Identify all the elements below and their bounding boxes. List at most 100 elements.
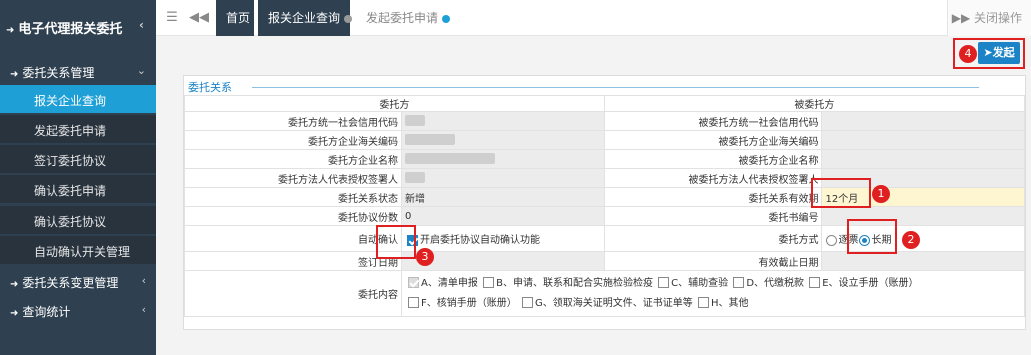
- content-option-checkbox[interactable]: [522, 297, 533, 308]
- highlight-box-3: [376, 225, 416, 259]
- legal-right-label: 被委托方法人代表授权签署人: [603, 168, 823, 188]
- credit-right-value: [821, 111, 1025, 131]
- relationship-table: 委托方 被委托方 委托方统一社会信用代码 被委托方统一社会信用代码 委托方企业海…: [183, 95, 1026, 317]
- mode-single-radio[interactable]: [826, 234, 838, 246]
- content-option-checkbox[interactable]: [483, 277, 495, 288]
- sidebar-item-initiate[interactable]: 发起委托申请: [0, 115, 156, 143]
- content-label: 委托内容: [183, 270, 403, 317]
- sign-date-label: 签订日期: [183, 251, 403, 271]
- sidebar-item-confirm-agreement[interactable]: 确认委托协议: [0, 206, 156, 234]
- content-option-label: A、清单申报: [421, 277, 478, 289]
- name-right-label: 被委托方企业名称: [603, 149, 823, 169]
- redacted-value: [405, 172, 426, 184]
- sidebar-item-confirm-apply[interactable]: 确认委托申请: [0, 175, 156, 203]
- customs-left-value: [401, 130, 605, 150]
- tab-broker-search[interactable]: 报关企业查询: [258, 0, 353, 36]
- sidebar-item-label: 自动确认开关管理: [34, 245, 131, 259]
- content-option-checkbox[interactable]: [408, 277, 420, 288]
- content-option-label: F、核销手册（账册）: [421, 297, 517, 309]
- content-option-label: H、其他: [710, 297, 749, 309]
- content-option-label: C、辅助查验: [671, 277, 729, 289]
- tabs-scroll-left-icon[interactable]: ◀◀: [186, 0, 212, 36]
- close-operations-label: 关闭操作: [974, 11, 1023, 25]
- sidebar-item-broker-search[interactable]: 报关企业查询: [0, 85, 156, 113]
- sidebar-group-change[interactable]: ➜ 委托关系变更管理 ‹: [0, 268, 156, 294]
- app-title[interactable]: ➜ 电子代理报关委托 ‹: [0, 0, 156, 55]
- expiry-value[interactable]: [821, 251, 1025, 271]
- tab-label: 报关企业查询: [268, 11, 341, 25]
- step-badge-4: 4: [959, 45, 977, 63]
- sidebar-item-label: 确认委托协议: [34, 215, 107, 229]
- tab-close-icon[interactable]: [344, 14, 353, 23]
- menu-toggle-icon[interactable]: ☰: [159, 0, 185, 36]
- highlight-box-1: [811, 178, 871, 208]
- content-option-checkbox[interactable]: [408, 297, 420, 308]
- content-option-label: E、设立手册（账册）: [822, 277, 919, 289]
- chevron-down-icon: ⌄: [136, 64, 146, 77]
- name-right-value: [821, 149, 1025, 169]
- sign-in-icon: ➜: [6, 25, 15, 36]
- auto-confirm-cell: 开启委托协议自动确认功能: [401, 225, 605, 252]
- step-badge-2: 2: [902, 231, 920, 249]
- content-option-label: G、领取海关证明文件、证书证单等: [535, 297, 693, 309]
- validity-label: 委托关系有效期: [603, 187, 823, 207]
- tab-close-icon[interactable]: [442, 14, 451, 23]
- sign-in-icon: ➜: [10, 69, 19, 80]
- auto-label: 自动确认: [183, 225, 403, 252]
- content-option-checkbox[interactable]: [658, 277, 670, 288]
- expiry-label: 有效截止日期: [603, 251, 823, 271]
- content-option-checkbox[interactable]: [809, 277, 821, 288]
- highlight-box-2: [847, 219, 897, 254]
- content-option-label: D、代缴税款: [746, 277, 805, 289]
- redacted-value: [405, 134, 456, 146]
- header-agent: 被委托方: [603, 95, 1026, 112]
- credit-left-value: [401, 111, 605, 131]
- sidebar-group-label: 查询统计: [22, 305, 71, 319]
- header-principal: 委托方: [184, 95, 605, 112]
- sign-in-icon: ➜: [10, 308, 19, 319]
- sign-in-icon: ➜: [10, 279, 19, 290]
- legal-left-label: 委托方法人代表授权签署人: [183, 168, 403, 188]
- tabs-scroll-right-icon[interactable]: ▶▶: [948, 0, 974, 36]
- sidebar-group-label: 委托关系变更管理: [22, 276, 119, 290]
- content-option-label: B、申请、联系和配合实施检验检疫: [496, 277, 653, 289]
- sidebar-group-label: 委托关系管理: [22, 66, 95, 80]
- sidebar-item-label: 发起委托申请: [34, 124, 107, 138]
- submit-label: 发起: [992, 46, 1015, 59]
- redacted-value: [405, 153, 496, 165]
- sidebar-item-sign[interactable]: 签订委托协议: [0, 145, 156, 173]
- status-value: 新增: [401, 187, 605, 207]
- sidebar-item-auto-switch[interactable]: 自动确认开关管理: [0, 236, 156, 264]
- submit-button[interactable]: ➤发起: [978, 42, 1020, 64]
- credit-right-label: 被委托方统一社会信用代码: [603, 111, 823, 131]
- chevron-left-icon[interactable]: ‹: [139, 18, 144, 32]
- name-left-value: [401, 149, 605, 169]
- code-label: 委托书编号: [603, 206, 823, 226]
- sidebar-group-stats[interactable]: ➜ 查询统计 ‹: [0, 297, 156, 323]
- content-option-checkbox[interactable]: [697, 297, 709, 308]
- customs-right-label: 被委托方企业海关编码: [603, 130, 823, 150]
- tab-label: 首页: [226, 11, 251, 25]
- sidebar: ➜ 电子代理报关委托 ‹ ➜ 委托关系管理 ⌄ 报关企业查询 发起委托申请 签订委托…: [0, 0, 156, 355]
- chevron-left-icon: ‹: [141, 303, 146, 316]
- credit-left-label: 委托方统一社会信用代码: [183, 111, 403, 131]
- app-title-label: 电子代理报关委托: [18, 22, 123, 37]
- chevron-left-icon: ‹: [141, 274, 146, 287]
- content-options: A、清单申报 B、申请、联系和配合实施检验检疫 C、辅助查验 D、代缴税款 E、…: [401, 270, 1025, 317]
- close-operations[interactable]: ▶▶ 关闭操作: [947, 0, 1031, 36]
- redacted-value: [405, 115, 426, 127]
- tab-initiate[interactable]: 发起委托申请: [356, 0, 451, 36]
- name-left-label: 委托方企业名称: [183, 149, 403, 169]
- mode-label: 委托方式: [603, 225, 823, 252]
- send-icon: ➤: [983, 46, 993, 59]
- count-label: 委托协议份数: [183, 206, 403, 226]
- customs-right-value: [821, 130, 1025, 150]
- customs-left-label: 委托方企业海关编码: [183, 130, 403, 150]
- sidebar-group-relations[interactable]: ➜ 委托关系管理 ⌄: [0, 58, 156, 84]
- sidebar-item-label: 签订委托协议: [34, 154, 107, 168]
- section-title: 委托关系: [188, 81, 232, 94]
- tab-home[interactable]: 首页: [216, 0, 254, 36]
- sidebar-item-label: 确认委托申请: [34, 184, 107, 198]
- content-option-checkbox[interactable]: [733, 277, 745, 288]
- sidebar-item-label: 报关企业查询: [34, 94, 107, 108]
